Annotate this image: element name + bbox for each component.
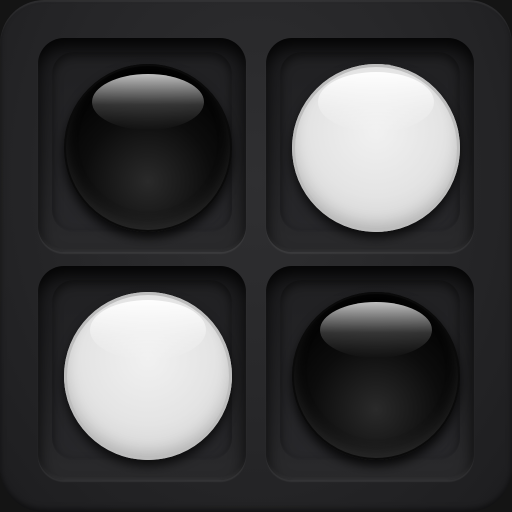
cell-well [52,280,232,460]
cell-well [280,280,460,460]
white-piece[interactable] [64,292,232,460]
black-piece[interactable] [292,292,460,460]
black-piece[interactable] [64,64,232,232]
cell-well [280,52,460,232]
board-cell-r1c2[interactable] [266,38,474,252]
game-board [30,30,482,482]
board-cell-r1c1[interactable] [38,38,246,252]
app-icon [0,0,512,512]
board-cell-r2c2[interactable] [266,266,474,480]
cell-well [52,52,232,232]
board-cell-r2c1[interactable] [38,266,246,480]
white-piece[interactable] [292,64,460,232]
